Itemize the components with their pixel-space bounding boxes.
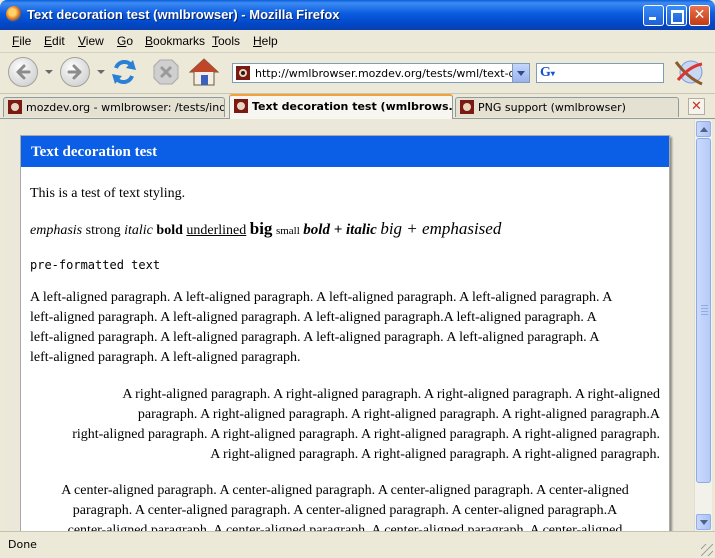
paragraph-line: left-aligned paragraph. A left-aligned p… <box>30 330 600 345</box>
menu-tools[interactable]: Tools <box>212 34 240 48</box>
paragraph-line: left-aligned paragraph. A left-aligned p… <box>30 310 597 325</box>
paragraph-line: A left-aligned paragraph. A left-aligned… <box>30 290 613 305</box>
page-viewport[interactable]: Text decoration test This is a test of t… <box>4 120 694 531</box>
scroll-up-button[interactable] <box>696 121 711 137</box>
paragraph-line: A center-aligned paragraph. A center-ali… <box>61 483 629 498</box>
search-bar[interactable]: G▾ <box>536 63 664 83</box>
forward-button[interactable] <box>60 57 90 87</box>
tab-strip: mozdev.org - wmlbrowser: /tests/index Te… <box>0 94 715 119</box>
paragraph-line: A right-aligned paragraph. A right-align… <box>210 447 660 462</box>
url-input[interactable]: http://wmlbrowser.mozdev.org/tests/wml/t… <box>255 67 513 80</box>
small-text: small <box>275 225 300 237</box>
site-favicon-icon <box>460 100 474 114</box>
minimize-button[interactable] <box>643 5 664 26</box>
right-aligned-paragraph: A right-aligned paragraph. A right-align… <box>30 385 660 465</box>
tab-label: PNG support (wmlbrowser) <box>478 101 626 114</box>
paragraph-line: right-aligned paragraph. A right-aligned… <box>72 427 660 442</box>
styles-line: emphasis strong italic bold underlined b… <box>30 219 660 241</box>
back-history-dropdown[interactable] <box>45 70 53 74</box>
grip-line <box>701 305 708 306</box>
menu-bar: File Edit View Go Bookmarks Tools Help <box>0 30 715 53</box>
close-tab-button[interactable]: ✕ <box>688 98 705 115</box>
home-icon[interactable] <box>188 56 220 88</box>
url-bar[interactable]: http://wmlbrowser.mozdev.org/tests/wml/t… <box>232 63 530 83</box>
tab-label: mozdev.org - wmlbrowser: /tests/index <box>26 101 225 114</box>
down-arrow-icon <box>700 520 708 525</box>
scroll-down-button[interactable] <box>696 514 711 530</box>
firefox-icon <box>6 6 22 22</box>
back-arrow-icon <box>16 64 31 80</box>
forward-arrow-icon <box>67 64 82 80</box>
maximize-icon <box>671 10 684 24</box>
menu-go[interactable]: Go <box>117 34 133 48</box>
paragraph-line: A right-aligned paragraph. A right-align… <box>122 387 660 402</box>
paragraph-line: center-aligned paragraph. A center-align… <box>67 523 623 531</box>
site-favicon-icon <box>8 100 22 114</box>
italic-text: italic <box>124 223 153 238</box>
emphasis-text: emphasis <box>30 223 83 238</box>
menu-view[interactable]: View <box>78 34 104 48</box>
reload-icon[interactable] <box>108 56 140 88</box>
title-bar[interactable]: Text decoration test (wmlbrowser) - Mozi… <box>0 0 715 30</box>
close-button[interactable]: ✕ <box>689 5 710 26</box>
forward-history-dropdown[interactable] <box>97 70 105 74</box>
big-emphasised-text: big + emphasised <box>380 219 502 238</box>
tab-mozdev-index[interactable]: mozdev.org - wmlbrowser: /tests/index <box>3 97 225 117</box>
tab-text-decoration[interactable]: Text decoration test (wmlbrows... <box>229 94 453 119</box>
stop-icon[interactable] <box>150 56 182 88</box>
preformatted-text: pre-formatted text <box>30 258 161 272</box>
vertical-scrollbar[interactable] <box>694 120 712 531</box>
tab-png-support[interactable]: PNG support (wmlbrowser) <box>455 97 679 117</box>
page-heading: Text decoration test <box>21 136 669 167</box>
status-bar: Done <box>0 531 715 558</box>
underlined-text: underlined <box>186 223 247 238</box>
center-aligned-paragraph: A center-aligned paragraph. A center-ali… <box>30 481 660 531</box>
window-title: Text decoration test (wmlbrowser) - Mozi… <box>27 7 340 22</box>
paragraph-line: left-aligned paragraph. A left-aligned p… <box>30 350 301 365</box>
resize-grip[interactable] <box>701 544 713 556</box>
status-text: Done <box>8 538 37 551</box>
strong-text: strong <box>85 223 121 238</box>
up-arrow-icon <box>700 127 708 132</box>
close-icon: ✕ <box>693 7 706 23</box>
site-favicon-icon <box>234 99 248 113</box>
paragraph-line: paragraph. A center-aligned paragraph. A… <box>72 503 618 518</box>
menu-bookmarks[interactable]: Bookmarks <box>145 34 205 48</box>
minimize-icon <box>649 17 656 20</box>
bold-text: bold <box>156 223 183 238</box>
back-button[interactable] <box>8 57 38 87</box>
left-aligned-paragraph: A left-aligned paragraph. A left-aligned… <box>30 288 660 368</box>
content-card: Text decoration test This is a test of t… <box>20 135 670 531</box>
maximize-button[interactable] <box>666 5 687 26</box>
menu-edit[interactable]: Edit <box>44 34 65 48</box>
grip-line <box>701 311 708 312</box>
grip-line <box>701 308 708 309</box>
tab-label: Text decoration test (wmlbrows... <box>252 100 453 113</box>
intro-text: This is a test of text styling. <box>30 186 186 201</box>
bold-italic-text: bold + italic <box>303 222 377 238</box>
big-text: big <box>249 219 273 238</box>
url-dropdown-button[interactable] <box>512 64 529 82</box>
scroll-thumb[interactable] <box>696 138 711 483</box>
menu-file[interactable]: File <box>12 34 31 48</box>
menu-help[interactable]: Help <box>253 34 278 48</box>
grip-line <box>701 314 708 315</box>
paragraph-line: paragraph. A right-aligned paragraph. A … <box>137 407 660 422</box>
site-favicon-icon <box>236 66 250 80</box>
google-icon[interactable]: G▾ <box>540 66 560 82</box>
close-icon: ✕ <box>691 99 702 114</box>
navigation-toolbar: http://wmlbrowser.mozdev.org/tests/wml/t… <box>0 53 715 94</box>
throbber-icon <box>674 60 703 86</box>
